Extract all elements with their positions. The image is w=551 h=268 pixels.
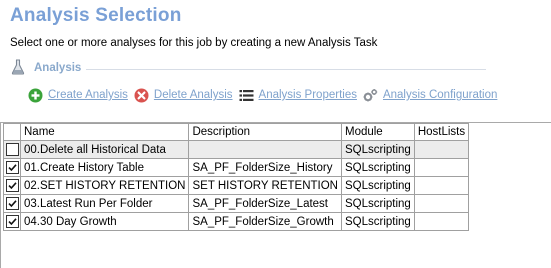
cell-description: SA_PF_FolderSize_Growth [188,212,342,231]
row-checkbox-cell [3,158,21,177]
cell-hostlists [413,176,470,195]
cell-name: 03.Latest Run Per Folder [19,194,190,213]
plus-circle-icon [28,88,43,102]
cell-hostlists [413,158,470,177]
cell-hostlists [413,212,470,231]
column-header-hostlists[interactable]: HostLists [413,123,470,141]
table-row[interactable]: 02.SET HISTORY RETENTION SET HISTORY RETE… [3,176,470,195]
column-header-select [3,123,21,141]
table-row[interactable]: 01.Create History Table SA_PF_FolderSize_… [3,158,470,177]
table-row[interactable]: 03.Latest Run Per Folder SA_PF_FolderSize… [3,194,470,213]
page-title: Analysis Selection [10,5,182,26]
cell-module: SQLscripting [340,158,415,177]
row-checkbox-cell [3,212,21,231]
gears-icon [363,88,378,101]
section-divider [86,69,486,70]
checkmark-icon [7,200,17,208]
section-label: Analysis [34,62,82,74]
column-header-description[interactable]: Description [188,123,342,141]
analysis-list: Name Description Module HostLists 00.Del… [0,122,551,268]
cell-module: SQLscripting [340,176,415,195]
table-header-row: Name Description Module HostLists [3,123,470,141]
list-icon [239,89,254,101]
delete-analysis-label: Delete Analysis [153,89,233,101]
row-checkbox-cell [3,176,21,195]
page-subtitle: Select one or more analyses for this job… [10,37,378,49]
analysis-properties-button[interactable]: Analysis Properties [239,88,357,103]
cell-description: SA_PF_FolderSize_History [188,158,342,177]
column-header-name[interactable]: Name [19,123,190,141]
row-checkbox[interactable] [5,143,19,156]
row-checkbox-cell [3,140,21,159]
row-checkbox[interactable] [5,197,19,210]
cell-name: 04.30 Day Growth [19,212,190,231]
analysis-configuration-label: Analysis Configuration [382,89,498,101]
cell-hostlists [413,194,470,213]
row-checkbox[interactable] [5,161,19,174]
cell-module: SQLscripting [340,212,415,231]
checkmark-icon [7,182,17,190]
checkmark-icon [7,164,17,172]
analysis-toolbar: Create Analysis Delete Analysis Analysis… [28,86,503,104]
analysis-table: Name Description Module HostLists 00.Del… [3,123,470,231]
delete-analysis-button[interactable]: Delete Analysis [134,88,233,103]
create-analysis-button[interactable]: Create Analysis [28,88,128,103]
flask-icon [11,59,25,75]
cell-description: SET HISTORY RETENTION [188,176,342,195]
checkmark-icon [7,218,17,226]
column-header-module[interactable]: Module [340,123,415,141]
cell-description [188,140,342,159]
delete-circle-icon [134,88,149,102]
cell-name: 02.SET HISTORY RETENTION [19,176,190,195]
analysis-properties-label: Analysis Properties [258,89,357,101]
row-checkbox-cell [3,194,21,213]
create-analysis-label: Create Analysis [48,89,128,101]
cell-name: 01.Create History Table [19,158,190,177]
cell-module: SQLscripting [340,140,415,159]
analysis-configuration-button[interactable]: Analysis Configuration [363,88,497,103]
row-checkbox[interactable] [5,179,19,192]
cell-name: 00.Delete all Historical Data [19,140,190,159]
cell-module: SQLscripting [340,194,415,213]
cell-hostlists [413,140,470,159]
table-row[interactable]: 00.Delete all Historical Data SQLscriptin… [3,140,470,159]
table-row[interactable]: 04.30 Day Growth SA_PF_FolderSize_Growth S… [3,212,470,231]
cell-description: SA_PF_FolderSize_Latest [188,194,342,213]
row-checkbox[interactable] [5,215,19,228]
